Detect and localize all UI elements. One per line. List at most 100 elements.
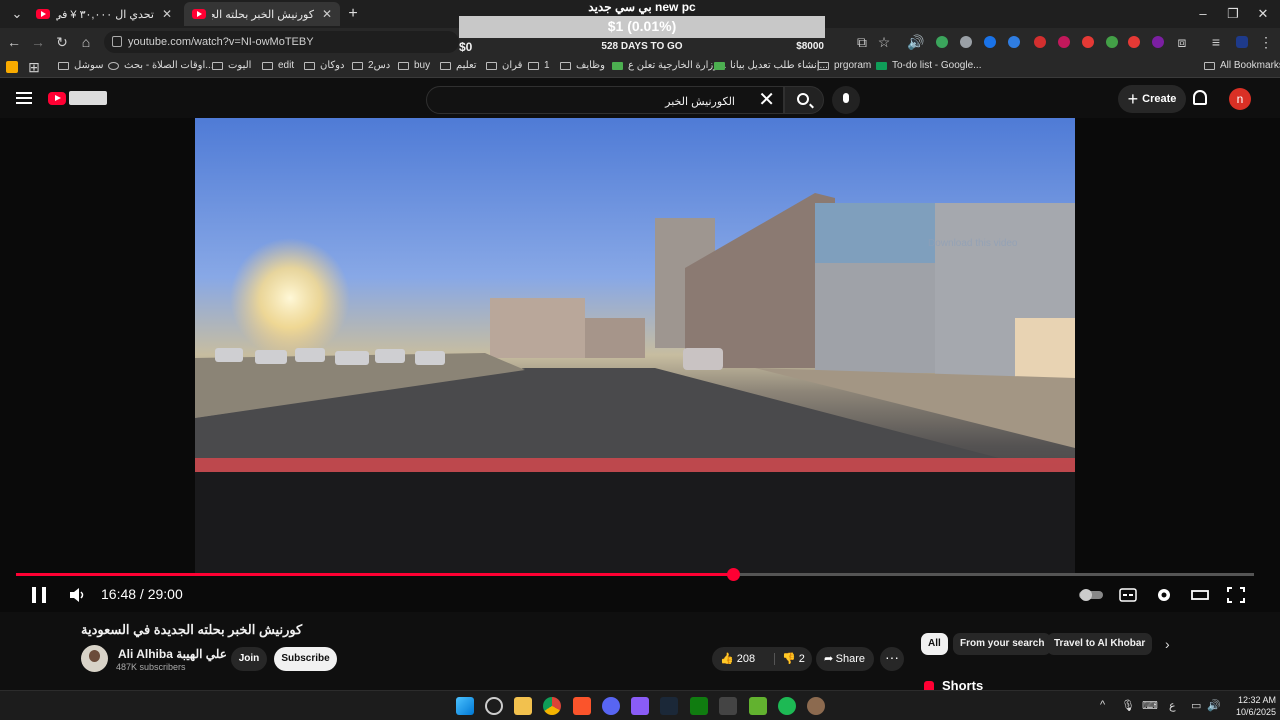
bookmark-item[interactable]: اليوت xyxy=(212,60,251,71)
media-control-icon[interactable]: ≡ xyxy=(1206,33,1226,51)
brave-icon[interactable] xyxy=(573,697,591,715)
bookmark-item[interactable]: قران xyxy=(486,60,522,71)
language-indicator[interactable]: ع xyxy=(1169,699,1176,712)
close-window-icon[interactable]: ✕ xyxy=(1248,4,1278,24)
volume-tray-icon[interactable]: 🔊 xyxy=(1207,699,1221,712)
volume-icon[interactable] xyxy=(70,588,86,602)
subtitles-icon[interactable] xyxy=(1119,587,1137,603)
bookmark-item[interactable]: وزارة الخارجية تعلن ع... xyxy=(612,60,726,71)
chip-travel-to-al-khobar[interactable]: Travel to Al Khobar xyxy=(1047,633,1153,655)
extension-icon-4[interactable] xyxy=(1008,36,1020,48)
app-icon[interactable] xyxy=(631,697,649,715)
video-frame[interactable] xyxy=(195,118,1075,574)
close-tab-icon[interactable]: ✕ xyxy=(162,7,172,21)
share-button[interactable]: ➦ Share xyxy=(816,647,874,671)
bookmark-item[interactable]: وظايف xyxy=(560,60,605,71)
extension-icon-6[interactable] xyxy=(1058,36,1070,48)
chip-from-your-search[interactable]: From your search xyxy=(953,633,1052,655)
apps-grid-icon[interactable]: ⊞ xyxy=(24,58,44,76)
like-button[interactable]: 👍 208 xyxy=(720,647,755,671)
chevron-right-icon[interactable]: › xyxy=(1165,636,1170,652)
steam-icon[interactable] xyxy=(660,697,678,715)
youtube-brand-logo[interactable] xyxy=(69,91,107,105)
tab-1[interactable]: تحدي ال ٣٠,٠٠٠ ¥ في الاركيد الياب... ✕ xyxy=(28,2,180,26)
bookmark-item[interactable]: 1 xyxy=(528,60,550,71)
extensions-puzzle-icon[interactable]: ⧈ xyxy=(1172,33,1192,51)
network-icon[interactable]: ▭ xyxy=(1191,699,1201,712)
chip-all[interactable]: All xyxy=(921,633,948,655)
dislike-button[interactable]: 👎 2 xyxy=(782,647,805,671)
browser-menu-icon[interactable]: ⋮ xyxy=(1256,33,1276,51)
new-tab-button[interactable]: + xyxy=(338,4,368,24)
bookmark-item[interactable]: buy xyxy=(398,60,430,71)
all-bookmarks[interactable]: All Bookmarks xyxy=(1204,60,1280,71)
forward-icon[interactable]: → xyxy=(28,33,48,51)
install-icon[interactable]: ⧉ xyxy=(852,33,872,51)
bookmark-item[interactable]: سوشل xyxy=(58,60,104,71)
spotify-icon[interactable] xyxy=(778,697,796,715)
youtube-logo-icon[interactable] xyxy=(48,92,66,105)
account-avatar[interactable]: n xyxy=(1229,88,1251,110)
bookmark-app-icon[interactable] xyxy=(6,61,18,73)
join-button[interactable]: Join xyxy=(231,647,267,671)
app-icon[interactable] xyxy=(719,697,737,715)
channel-avatar[interactable] xyxy=(81,645,108,672)
clock[interactable]: 12:32 AM 10/6/2025 xyxy=(1222,694,1276,718)
extension-icon-3[interactable] xyxy=(984,36,996,48)
extension-icon-1[interactable] xyxy=(936,36,948,48)
bookmark-item[interactable]: edit xyxy=(262,60,294,71)
theater-mode-icon[interactable] xyxy=(1191,587,1209,603)
minecraft-icon[interactable] xyxy=(749,697,767,715)
bookmark-item[interactable]: إنشاء طلب تعديل بيانا... xyxy=(714,60,828,71)
menu-icon[interactable] xyxy=(16,92,32,104)
reload-icon[interactable]: ↻ xyxy=(52,33,72,51)
search-box[interactable]: ✕ xyxy=(426,86,784,114)
extension-icon-8[interactable] xyxy=(1106,36,1118,48)
clear-search-icon[interactable]: ✕ xyxy=(758,89,775,111)
bookmark-item[interactable]: دس2 xyxy=(352,60,390,71)
app-icon[interactable] xyxy=(485,697,503,715)
settings-gear-icon[interactable] xyxy=(1155,587,1173,603)
extension-icon-5[interactable] xyxy=(1034,36,1046,48)
address-bar[interactable]: youtube.com/watch?v=NI-owMoTEBY xyxy=(104,31,459,53)
video-progress-bar[interactable] xyxy=(16,568,1254,581)
tab-2-active[interactable]: كورنيش الخبر بحلته الجديدة ف... ✕ xyxy=(184,2,340,26)
back-icon[interactable]: ← xyxy=(4,33,24,51)
channel-name[interactable]: Ali Alhiba علي الهيبة xyxy=(118,647,227,661)
discord-icon[interactable] xyxy=(602,697,620,715)
extension-icon-10[interactable] xyxy=(1152,36,1164,48)
create-button[interactable]: + Create xyxy=(1118,85,1186,113)
extension-icon-2[interactable] xyxy=(960,36,972,48)
subscribe-button[interactable]: Subscribe xyxy=(274,647,337,671)
restore-icon[interactable]: ❐ xyxy=(1218,4,1248,24)
file-explorer-icon[interactable] xyxy=(514,697,532,715)
notifications-bell-icon[interactable] xyxy=(1193,90,1207,105)
microphone-icon[interactable]: 🎙 xyxy=(1121,699,1135,712)
close-tab-icon[interactable]: ✕ xyxy=(322,7,332,21)
xbox-icon[interactable] xyxy=(690,697,708,715)
pause-button[interactable] xyxy=(32,587,46,603)
chrome-icon[interactable] xyxy=(543,697,561,715)
app-icon[interactable] xyxy=(807,697,825,715)
bookmark-item[interactable]: تعليم xyxy=(440,60,477,71)
voice-search-icon[interactable] xyxy=(832,86,860,114)
bookmark-star-icon[interactable]: ☆ xyxy=(874,33,894,51)
bookmark-item[interactable]: اوقات الصلاة - بحث... xyxy=(108,60,214,71)
profile-icon[interactable] xyxy=(1236,36,1248,48)
fullscreen-icon[interactable] xyxy=(1227,587,1245,603)
site-info-icon[interactable] xyxy=(112,36,122,47)
more-actions-button[interactable]: ··· xyxy=(880,647,904,671)
extension-icon-7[interactable] xyxy=(1082,36,1094,48)
speaker-icon[interactable]: 🔊 xyxy=(906,33,926,51)
autoplay-toggle-icon[interactable] xyxy=(1078,587,1104,603)
search-button[interactable] xyxy=(784,86,824,114)
bookmark-item[interactable]: دوكان xyxy=(304,60,344,71)
bookmark-item[interactable]: prgoram xyxy=(818,60,871,71)
video-player[interactable]: Download this video xyxy=(0,118,1280,612)
keyboard-icon[interactable]: ⌨ xyxy=(1142,699,1158,712)
bookmark-item[interactable]: To-do list - Google... xyxy=(876,60,981,71)
minimize-icon[interactable]: – xyxy=(1188,4,1218,24)
search-input[interactable] xyxy=(435,91,735,111)
extension-icon-9[interactable] xyxy=(1128,36,1140,48)
chevron-up-icon[interactable]: ^ xyxy=(1100,699,1105,711)
